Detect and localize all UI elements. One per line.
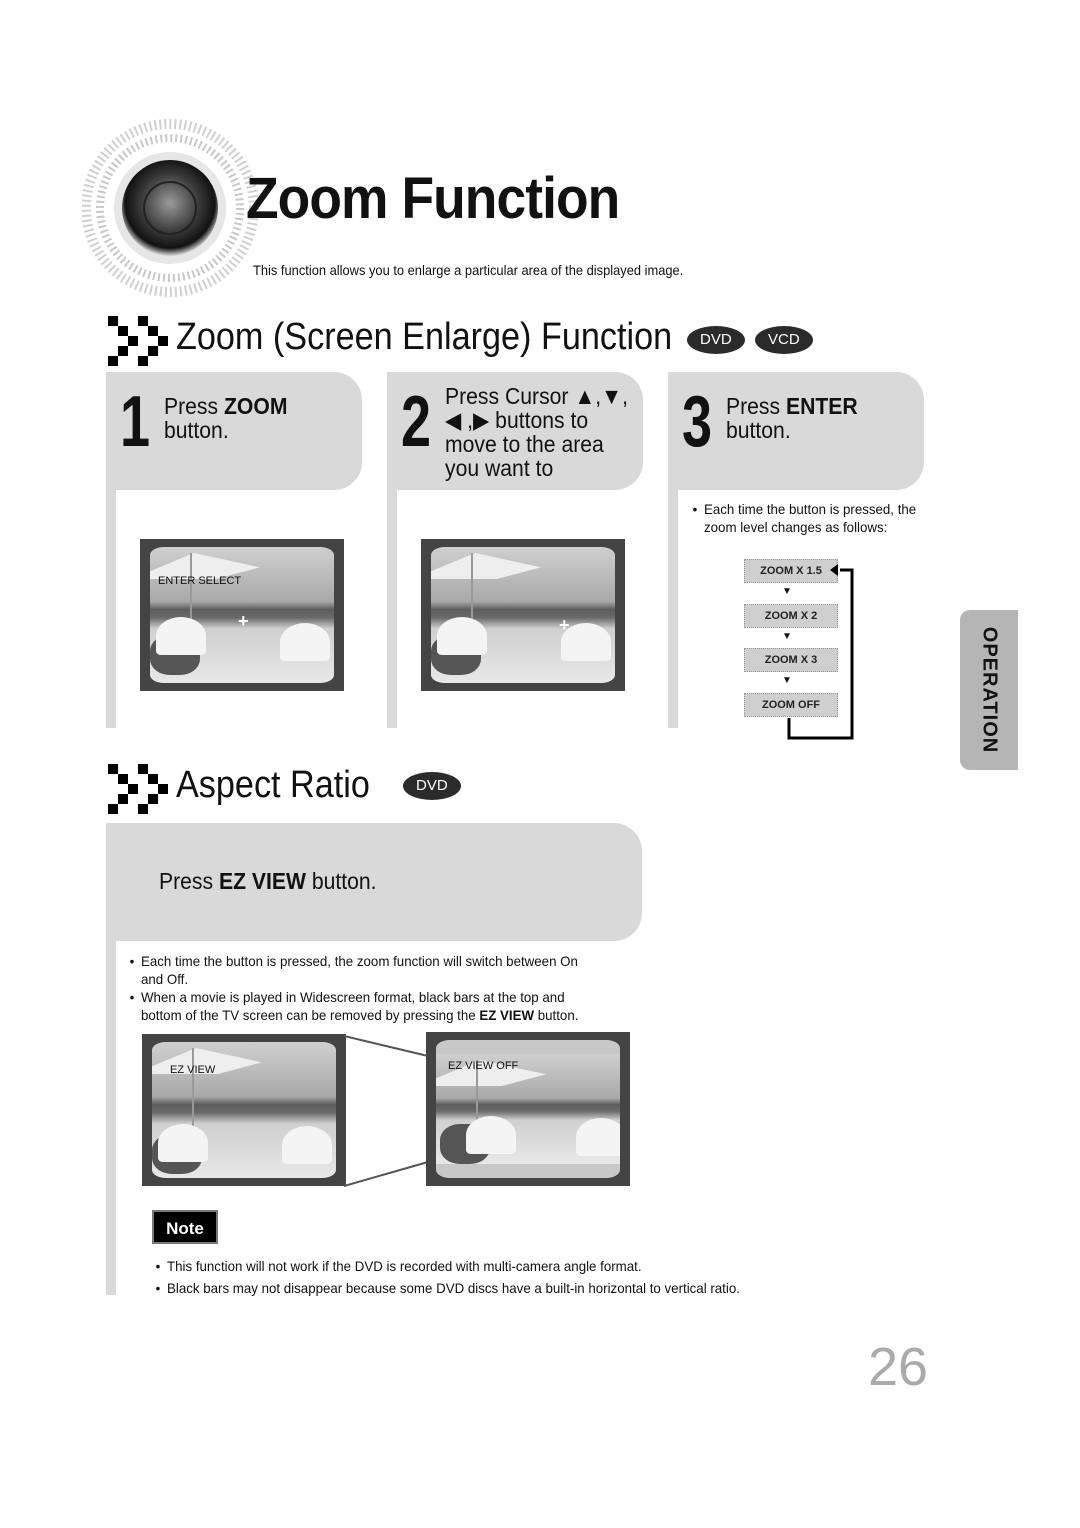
aspect-bullet-1: • Each time the button is pressed, the z…	[129, 953, 578, 987]
loop-back-arrow-icon	[787, 564, 854, 740]
page-title: Zoom Function	[246, 166, 620, 231]
cursor-crosshair-icon: +	[559, 615, 570, 635]
page-subtitle: This function allows you to enlarge a pa…	[253, 262, 684, 278]
dvd-badge: DVD	[687, 326, 745, 354]
step-3-instruction: Press ENTER button.	[726, 393, 858, 443]
cursor-crosshair-icon: +	[238, 611, 249, 631]
aspect-instruction: Press EZ VIEW button.	[159, 868, 377, 894]
chevron-arrows-icon	[104, 760, 168, 814]
note-label: Note	[152, 1210, 218, 1244]
osd-text: ENTER SELECT	[158, 575, 242, 587]
enter-button-label: ENTER	[785, 393, 858, 419]
note-item-2: • Black bars may not disappear because s…	[155, 1280, 740, 1296]
operation-tab-label: OPERATION	[978, 626, 1001, 754]
osd-text: EZ VIEW OFF	[448, 1060, 519, 1072]
step-2-instruction: Press Cursor ▲,▼, ◀ ,▶ buttons to move t…	[445, 383, 628, 481]
connector-lines	[344, 1035, 429, 1187]
osd-text: EZ VIEW	[170, 1064, 216, 1076]
step-3-bullet: • Each time the button is pressed, the z…	[692, 501, 917, 535]
step-number: 2	[401, 382, 432, 462]
speaker-icon	[82, 119, 259, 297]
bullet-icon: •	[129, 953, 135, 969]
ez-view-button-label: EZ VIEW	[218, 868, 306, 894]
step-1-instruction: Press ZOOM button.	[164, 393, 288, 443]
tv-screen-step-2: +	[421, 539, 625, 691]
bullet-icon: •	[692, 501, 698, 517]
tv-screen-step-1: ENTER SELECT +	[140, 539, 344, 691]
chevron-arrows-icon	[104, 312, 168, 366]
aspect-bullet-2: • When a movie is played in Widescreen f…	[129, 989, 579, 1023]
zoom-section-title: Zoom (Screen Enlarge) Function	[176, 315, 673, 358]
aspect-section-heading: Aspect Ratio	[104, 760, 391, 814]
dvd-badge: DVD	[403, 772, 461, 800]
bullet-icon: •	[129, 989, 135, 1005]
tv-screen-ez-view: EZ VIEW	[142, 1034, 346, 1186]
bullet-icon: •	[155, 1258, 161, 1274]
step-number: 1	[120, 382, 151, 462]
zoom-section-heading: Zoom (Screen Enlarge) Function	[104, 312, 727, 366]
page-number: 26	[868, 1337, 929, 1397]
tv-screen-ez-view-off: EZ VIEW OFF	[426, 1032, 630, 1186]
aspect-section-title: Aspect Ratio	[176, 763, 370, 806]
zoom-button-label: ZOOM	[223, 393, 288, 419]
operation-side-tab[interactable]: OPERATION	[960, 610, 1018, 770]
note-item-1: • This function will not work if the DVD…	[155, 1258, 642, 1274]
vcd-badge: VCD	[755, 326, 813, 354]
bullet-icon: •	[155, 1280, 161, 1296]
step-number: 3	[682, 382, 713, 462]
